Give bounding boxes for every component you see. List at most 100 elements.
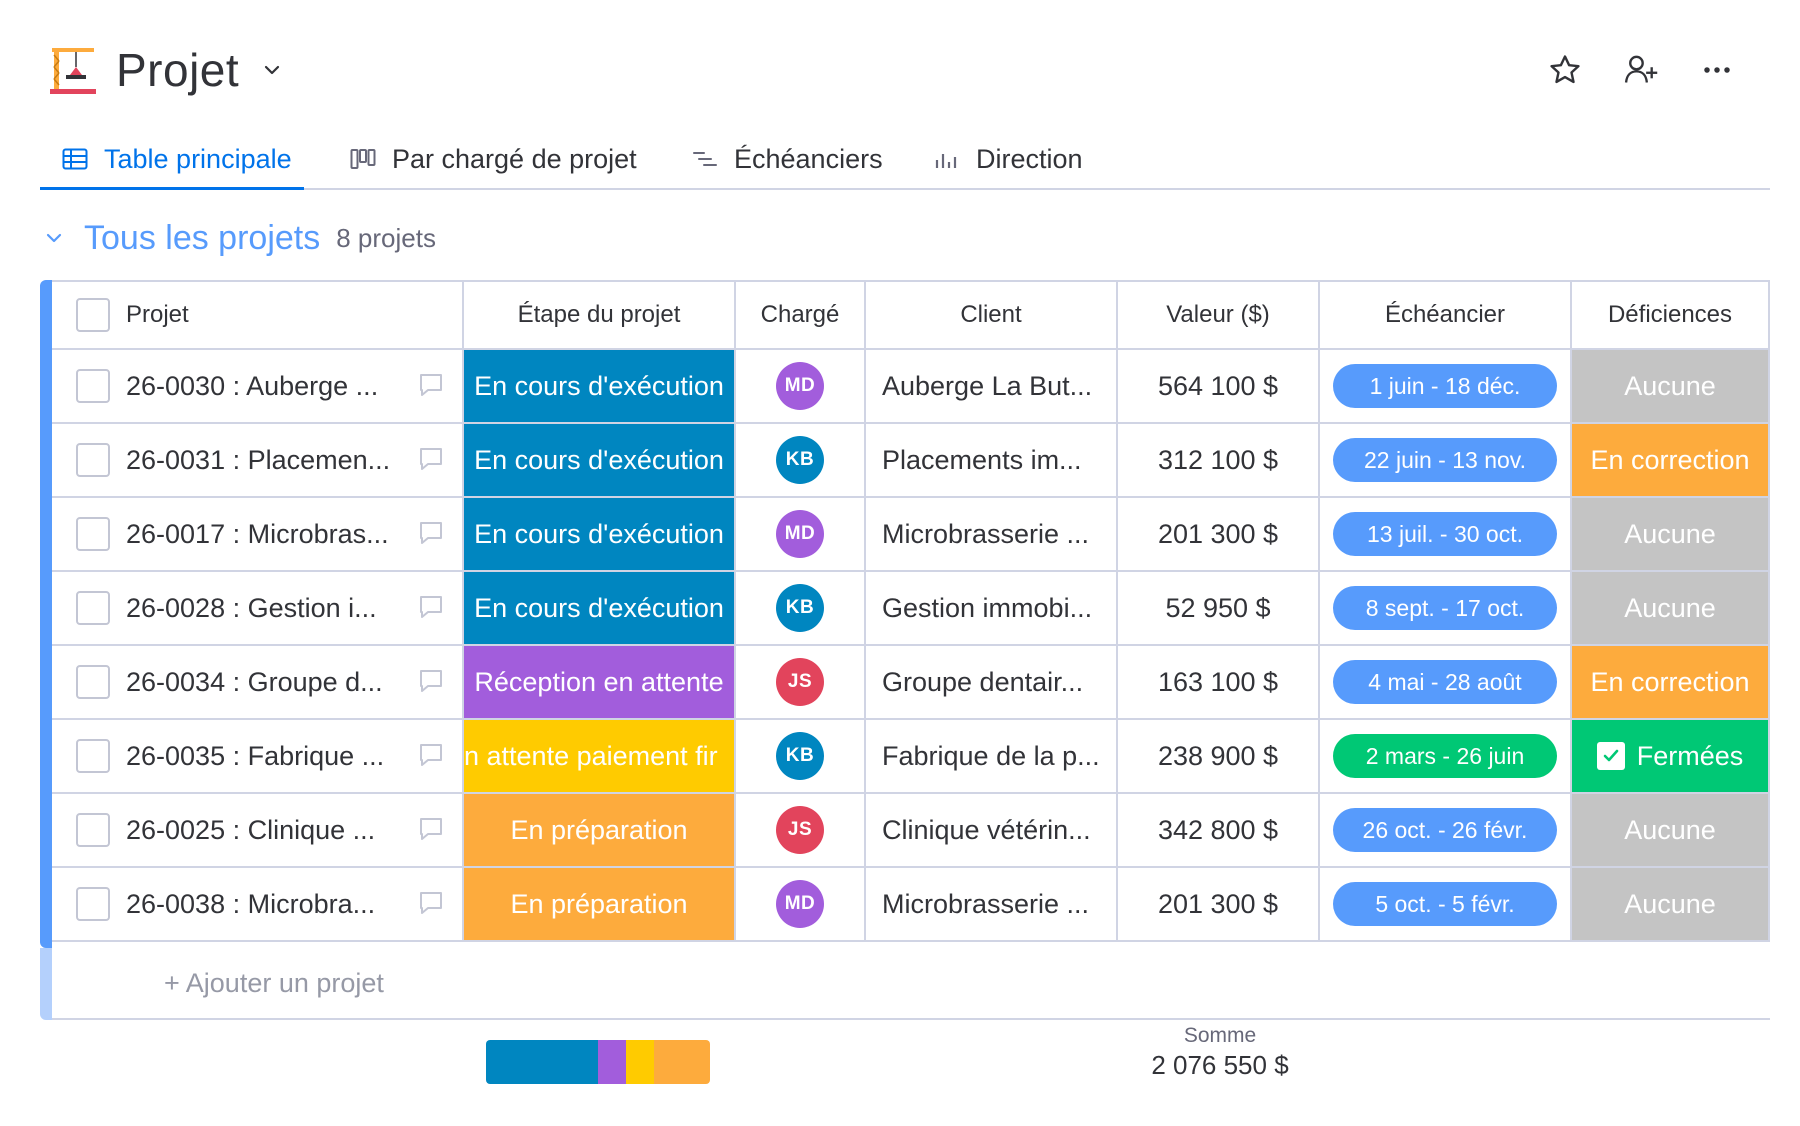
stage-cell[interactable]: n attente paiement fir — [464, 720, 736, 794]
avatar[interactable]: KB — [776, 436, 824, 484]
project-cell[interactable]: 26-0034 : Groupe d... — [52, 646, 464, 720]
avatar[interactable]: MD — [776, 510, 824, 558]
timeline-pill[interactable]: 1 juin - 18 déc. — [1333, 364, 1557, 408]
value-cell[interactable]: 163 100 $ — [1118, 646, 1320, 720]
stage-cell[interactable]: En préparation — [464, 868, 736, 942]
stage-cell[interactable]: En cours d'exécution — [464, 350, 736, 424]
avatar[interactable]: KB — [776, 732, 824, 780]
owner-cell[interactable]: JS — [736, 646, 866, 720]
select-all-checkbox[interactable] — [76, 298, 110, 332]
owner-cell[interactable]: MD — [736, 498, 866, 572]
value-cell[interactable]: 238 900 $ — [1118, 720, 1320, 794]
row-checkbox[interactable] — [76, 591, 110, 625]
client-cell[interactable]: Clinique vétérin... — [866, 794, 1118, 868]
avatar[interactable]: JS — [776, 658, 824, 706]
table-row[interactable]: 26-0038 : Microbra... En préparation MD … — [52, 868, 1770, 942]
stage-cell[interactable]: En préparation — [464, 794, 736, 868]
value-cell[interactable]: 201 300 $ — [1118, 868, 1320, 942]
timeline-pill[interactable]: 4 mai - 28 août — [1333, 660, 1557, 704]
add-update-icon[interactable] — [418, 594, 444, 620]
owner-cell[interactable]: KB — [736, 424, 866, 498]
value-cell[interactable]: 312 100 $ — [1118, 424, 1320, 498]
project-cell[interactable]: 26-0038 : Microbra... — [52, 868, 464, 942]
project-cell[interactable]: 26-0017 : Microbras... — [52, 498, 464, 572]
client-cell[interactable]: Placements im... — [866, 424, 1118, 498]
deficiencies-cell[interactable]: Aucune — [1572, 498, 1770, 572]
column-header-deficiencies[interactable]: Déficiences — [1572, 282, 1770, 350]
schedule-cell[interactable]: 2 mars - 26 juin — [1320, 720, 1572, 794]
project-cell[interactable]: 26-0035 : Fabrique ... — [52, 720, 464, 794]
schedule-cell[interactable]: 13 juil. - 30 oct. — [1320, 498, 1572, 572]
group-title[interactable]: Tous les projets — [84, 219, 320, 258]
project-name[interactable]: 26-0025 : Clinique ... — [126, 815, 462, 846]
deficiencies-cell[interactable]: Aucune — [1572, 794, 1770, 868]
client-cell[interactable]: Fabrique de la p... — [866, 720, 1118, 794]
add-update-icon[interactable] — [418, 446, 444, 472]
owner-cell[interactable]: MD — [736, 350, 866, 424]
column-header-project[interactable]: Projet — [52, 282, 464, 350]
schedule-cell[interactable]: 26 oct. - 26 févr. — [1320, 794, 1572, 868]
project-name[interactable]: 26-0031 : Placemen... — [126, 445, 462, 476]
timeline-pill[interactable]: 13 juil. - 30 oct. — [1333, 512, 1557, 556]
table-row[interactable]: 26-0031 : Placemen... En cours d'exécuti… — [52, 424, 1770, 498]
row-checkbox[interactable] — [76, 665, 110, 699]
project-cell[interactable]: 26-0025 : Clinique ... — [52, 794, 464, 868]
owner-cell[interactable]: KB — [736, 572, 866, 646]
stage-cell[interactable]: En cours d'exécution — [464, 498, 736, 572]
column-header-owner[interactable]: Chargé — [736, 282, 866, 350]
schedule-cell[interactable]: 22 juin - 13 nov. — [1320, 424, 1572, 498]
timeline-pill[interactable]: 8 sept. - 17 oct. — [1333, 586, 1557, 630]
avatar[interactable]: KB — [776, 584, 824, 632]
add-update-icon[interactable] — [418, 668, 444, 694]
value-cell[interactable]: 52 950 $ — [1118, 572, 1320, 646]
tab-table-principale[interactable]: Table principale — [62, 128, 292, 190]
avatar[interactable]: MD — [776, 362, 824, 410]
row-checkbox[interactable] — [76, 517, 110, 551]
chevron-down-icon[interactable] — [261, 59, 283, 81]
add-update-icon[interactable] — [418, 742, 444, 768]
stage-cell[interactable]: En cours d'exécution — [464, 424, 736, 498]
table-row[interactable]: 26-0030 : Auberge ... En cours d'exécuti… — [52, 350, 1770, 424]
row-checkbox[interactable] — [76, 369, 110, 403]
deficiencies-cell[interactable]: En correction — [1572, 646, 1770, 720]
project-name[interactable]: 26-0017 : Microbras... — [126, 519, 462, 550]
deficiencies-cell[interactable]: Aucune — [1572, 350, 1770, 424]
project-cell[interactable]: 26-0030 : Auberge ... — [52, 350, 464, 424]
value-cell[interactable]: 342 800 $ — [1118, 794, 1320, 868]
value-cell[interactable]: 201 300 $ — [1118, 498, 1320, 572]
project-name[interactable]: 26-0034 : Groupe d... — [126, 667, 462, 698]
add-project-row[interactable]: + Ajouter un projet — [52, 948, 1770, 1020]
avatar[interactable]: JS — [776, 806, 824, 854]
value-cell[interactable]: 564 100 $ — [1118, 350, 1320, 424]
row-checkbox[interactable] — [76, 813, 110, 847]
tab-direction[interactable]: Direction — [934, 128, 1083, 190]
timeline-pill[interactable]: 26 oct. - 26 févr. — [1333, 808, 1557, 852]
schedule-cell[interactable]: 5 oct. - 5 févr. — [1320, 868, 1572, 942]
row-checkbox[interactable] — [76, 443, 110, 477]
owner-cell[interactable]: MD — [736, 868, 866, 942]
table-row[interactable]: 26-0035 : Fabrique ... n attente paiemen… — [52, 720, 1770, 794]
project-cell[interactable]: 26-0031 : Placemen... — [52, 424, 464, 498]
add-update-icon[interactable] — [418, 816, 444, 842]
board-title[interactable]: Projet — [116, 43, 239, 97]
deficiencies-cell[interactable]: Aucune — [1572, 572, 1770, 646]
row-checkbox[interactable] — [76, 739, 110, 773]
owner-cell[interactable]: KB — [736, 720, 866, 794]
client-cell[interactable]: Microbrasserie ... — [866, 868, 1118, 942]
client-cell[interactable]: Auberge La But... — [866, 350, 1118, 424]
table-row[interactable]: 26-0025 : Clinique ... En préparation JS… — [52, 794, 1770, 868]
add-update-icon[interactable] — [418, 520, 444, 546]
schedule-cell[interactable]: 1 juin - 18 déc. — [1320, 350, 1572, 424]
table-row[interactable]: 26-0017 : Microbras... En cours d'exécut… — [52, 498, 1770, 572]
column-header-value[interactable]: Valeur ($) — [1118, 282, 1320, 350]
stage-cell[interactable]: Réception en attente — [464, 646, 736, 720]
column-header-client[interactable]: Client — [866, 282, 1118, 350]
timeline-pill[interactable]: 2 mars - 26 juin — [1333, 734, 1557, 778]
avatar[interactable]: MD — [776, 880, 824, 928]
table-row[interactable]: 26-0034 : Groupe d... Réception en atten… — [52, 646, 1770, 720]
table-row[interactable]: 26-0028 : Gestion i... En cours d'exécut… — [52, 572, 1770, 646]
column-header-schedule[interactable]: Échéancier — [1320, 282, 1572, 350]
tab-par-charge-de-projet[interactable]: Par chargé de projet — [350, 128, 637, 190]
row-checkbox[interactable] — [76, 887, 110, 921]
client-cell[interactable]: Groupe dentair... — [866, 646, 1118, 720]
